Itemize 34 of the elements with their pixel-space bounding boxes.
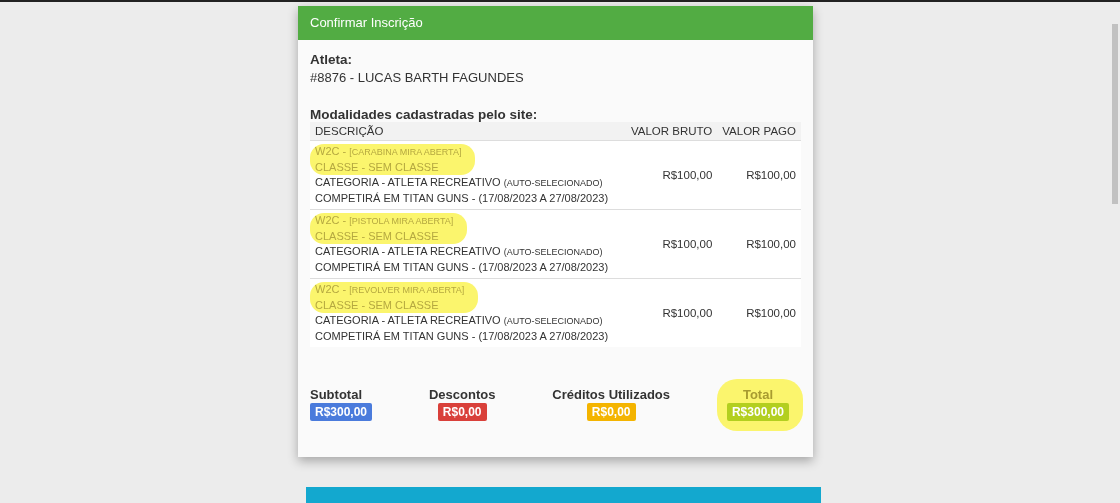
- total-label: Descontos: [428, 387, 496, 402]
- modality-venue: COMPETIRÁ EM TITAN GUNS - (17/08/2023 A 27/08/2023): [315, 191, 610, 206]
- paid-value: R$100,00: [746, 169, 796, 181]
- total-label: Créditos Utilizados: [552, 387, 671, 402]
- modality-class: CLASSE - SEM CLASSE: [315, 229, 440, 244]
- modality-venue: COMPETIRÁ EM TITAN GUNS - (17/08/2023 A 27/08/2023): [315, 329, 610, 344]
- amount-badge: R$0,00: [437, 403, 487, 421]
- modality-venue: COMPETIRÁ EM TITAN GUNS - (17/08/2023 A 27/08/2023): [315, 260, 610, 275]
- amount-badge: R$0,00: [586, 403, 636, 421]
- total-label: Subtotal: [310, 387, 362, 402]
- modality-class: CLASSE - SEM CLASSE: [315, 298, 440, 313]
- column-header: VALOR BRUTO: [625, 122, 718, 141]
- scrollbar-thumb[interactable]: [1112, 24, 1118, 204]
- modality-class: CLASSE - SEM CLASSE: [315, 160, 440, 175]
- modalities-title: Modalidades cadastradas pelo site:: [310, 107, 539, 122]
- modality-name: W2C - [REVOLVER MIRA ABERTA]: [315, 282, 465, 297]
- modality-category: CATEGORIA - ATLETA RECREATIVO (AUTO-SELECIONADO): [315, 244, 604, 259]
- gross-value: R$100,00: [662, 169, 713, 181]
- modality-name: W2C - [CARABINA MIRA ABERTA]: [315, 144, 462, 159]
- total-label: Total: [742, 387, 773, 402]
- amount-badge: R$300,00: [726, 403, 789, 421]
- athlete-label: Atleta:: [310, 52, 353, 67]
- column-header: VALOR PAGO: [717, 122, 801, 141]
- modality-name: W2C - [PISTOLA MIRA ABERTA]: [315, 213, 454, 228]
- column-header: DESCRIÇÃO: [310, 122, 626, 141]
- modality-category: CATEGORIA - ATLETA RECREATIVO (AUTO-SELECIONADO): [315, 313, 604, 328]
- paid-value: R$100,00: [746, 307, 796, 319]
- athlete-name: #8876 - LUCAS BARTH FAGUNDES: [310, 70, 525, 85]
- card-title: Confirmar Inscrição: [310, 15, 423, 30]
- amount-badge: R$300,00: [310, 403, 373, 421]
- gross-value: R$100,00: [662, 238, 713, 250]
- paid-value: R$100,00: [746, 238, 796, 250]
- modality-category: CATEGORIA - ATLETA RECREATIVO (AUTO-SELECIONADO): [315, 175, 604, 190]
- gross-value: R$100,00: [662, 307, 713, 319]
